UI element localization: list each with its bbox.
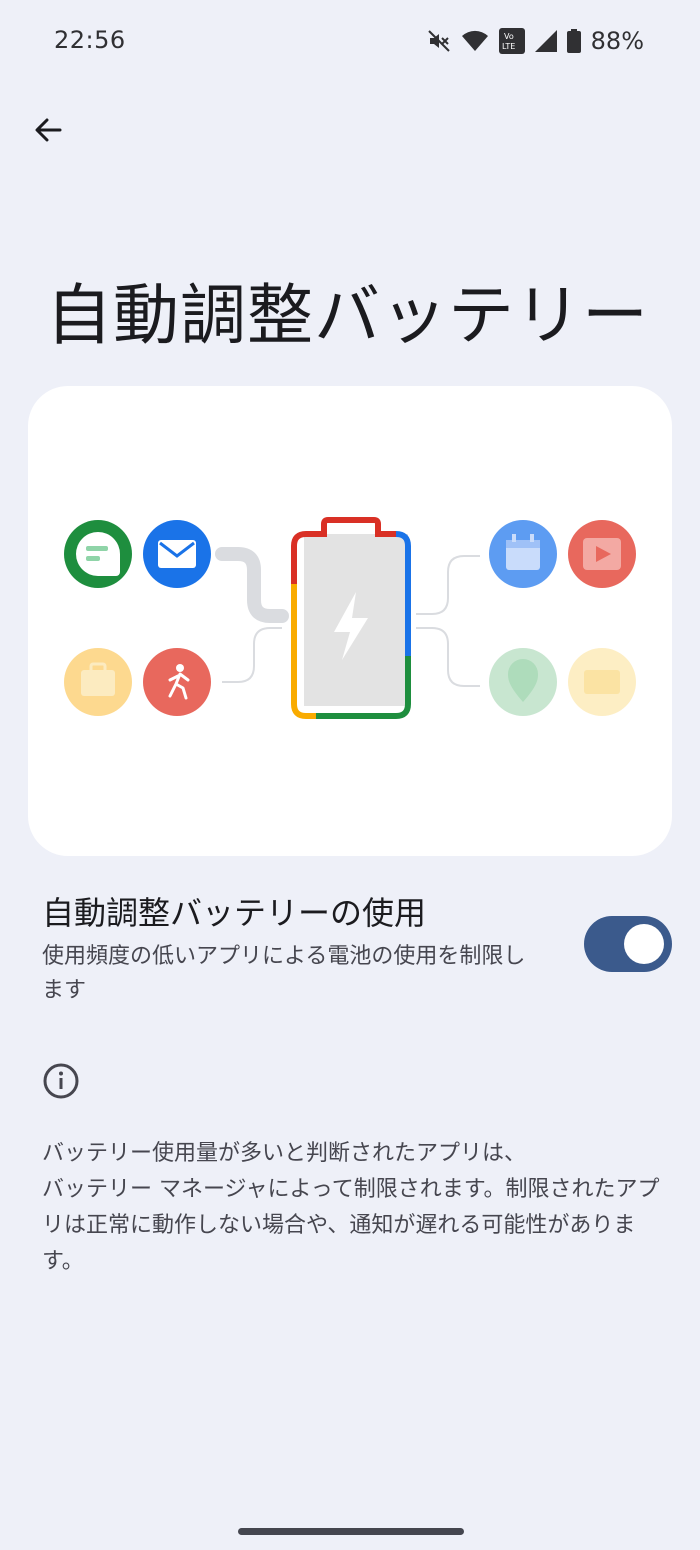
cell-signal-icon — [534, 30, 557, 52]
footer-text-line1: バッテリー使用量が多いと判断されたアプリは、 — [42, 1141, 527, 1166]
setting-summary: 使用頻度の低いアプリによる電池の使用を制限します — [42, 944, 526, 1003]
wifi-icon — [461, 30, 488, 51]
chat-icon — [64, 520, 132, 588]
svg-text:LTE: LTE — [502, 42, 515, 51]
footer-text-line2: バッテリー マネージャによって制限されます。制限されたアプリは正常に動作しない場… — [42, 1177, 660, 1274]
battery-percent: 88% — [590, 27, 644, 55]
status-bar: 22:56 Vo LTE 88% — [0, 0, 700, 84]
svg-text:Vo: Vo — [504, 32, 514, 41]
maps-icon — [489, 648, 557, 716]
adaptive-battery-toggle[interactable] — [584, 916, 672, 972]
adaptive-battery-illustration — [64, 517, 636, 719]
battery-charging-icon — [291, 517, 411, 719]
gesture-nav-handle[interactable] — [238, 1528, 464, 1535]
page-title: 自動調整バッテリー — [46, 277, 649, 354]
volte-icon: Vo LTE — [498, 28, 525, 54]
status-icons: Vo LTE 88% — [427, 26, 644, 56]
fitness-icon — [143, 648, 211, 716]
video-icon — [568, 520, 636, 588]
setting-title: 自動調整バッテリーの使用 — [42, 894, 427, 932]
calendar-icon — [489, 520, 557, 588]
mute-icon — [427, 30, 450, 52]
battery-icon — [566, 29, 581, 53]
photos-icon — [568, 648, 636, 716]
back-button[interactable] — [24, 106, 72, 154]
info-icon — [43, 1063, 79, 1099]
footer-description: バッテリー使用量が多いと判断されたアプリは、 バッテリー マネージャによって制限… — [42, 1136, 672, 1280]
toggle-thumb — [624, 924, 664, 964]
adaptive-battery-setting[interactable]: 自動調整バッテリーの使用 使用頻度の低いアプリによる電池の使用を制限します — [0, 880, 700, 1020]
arrow-back-icon — [35, 118, 62, 142]
email-icon — [143, 520, 211, 588]
briefcase-icon — [64, 648, 132, 716]
status-clock: 22:56 — [54, 26, 126, 54]
illustration-card — [28, 386, 672, 856]
